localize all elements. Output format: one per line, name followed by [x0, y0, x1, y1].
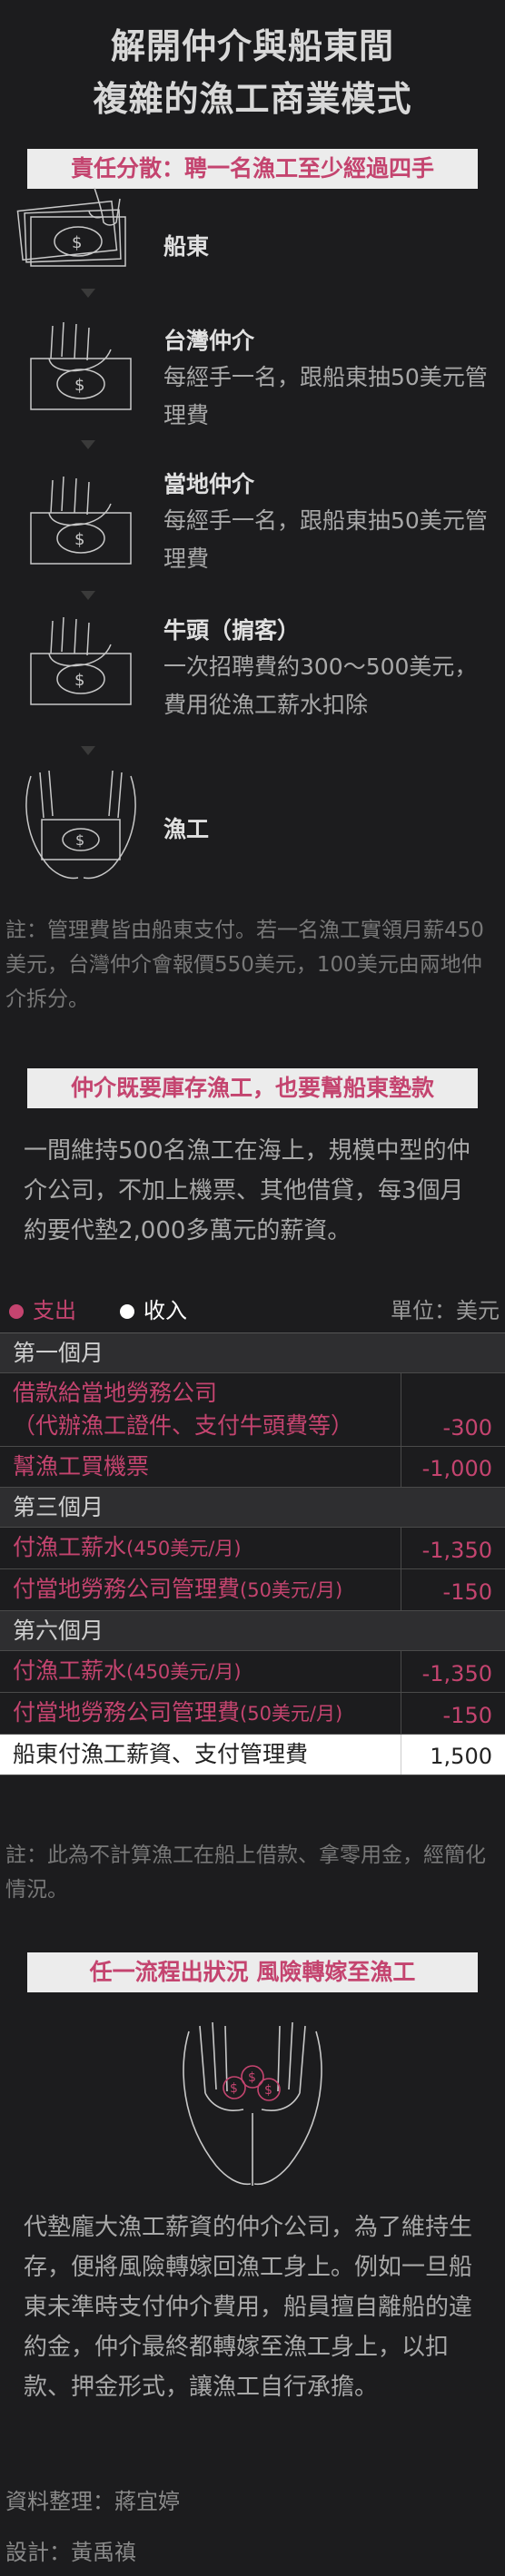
- table-row-income: 船東付漁工薪資、支付管理費 1,500: [0, 1735, 505, 1775]
- money-hand-icon: $: [16, 187, 126, 267]
- row-label-main: 付當地勞務公司管理費: [13, 1576, 241, 1602]
- arrow-down-icon: [81, 440, 95, 449]
- svg-text:$: $: [248, 2070, 256, 2085]
- row-amount: -1,000: [421, 1456, 492, 1481]
- ledger-month-header: 第六個月: [0, 1611, 505, 1651]
- ledger-legend: 支出 收入 單位：美元: [0, 1294, 505, 1327]
- section2-paragraph: 一間維持500名漁工在海上，規模中型的仲介公司，不加上機票、其他借貸，每3個月約…: [24, 1137, 470, 1244]
- ledger-table: 第一個月 借款給當地勞務公司 （代辦漁工證件、支付牛頭費等） -300 幫漁工買…: [0, 1332, 505, 1775]
- title-line-1: 解開仲介與船東間: [110, 26, 394, 66]
- chain-item-broker: $ 牛頭（掮客） 一次招聘費約300～500美元，費用從漁工薪水扣除: [0, 608, 505, 744]
- legend-income: 收入: [120, 1294, 187, 1327]
- row-label: 借款給當地勞務公司 （代辦漁工證件、支付牛頭費等）: [0, 1373, 401, 1446]
- row-label: 付當地勞務公司管理費(50美元/月): [0, 1693, 401, 1734]
- row-label-main: 付漁工薪水: [13, 1657, 127, 1684]
- chain-item-taiwan-agent: $ 台灣仲介 每經手一名，跟船東抽50美元管理費: [0, 304, 505, 431]
- table-row: 借款給當地勞務公司 （代辦漁工證件、支付牛頭費等） -300: [0, 1373, 505, 1447]
- svg-text:$: $: [230, 2081, 238, 2096]
- row-label-main: 付當地勞務公司管理費: [13, 1699, 241, 1726]
- credit-data: 資料整理：蔣宜婷: [5, 2489, 180, 2514]
- hands-holding-coins-icon: $ $ $: [183, 2021, 322, 2186]
- chain-name: 當地仲介: [163, 471, 255, 497]
- row-amount: 1,500: [430, 1744, 492, 1769]
- row-label: 付當地勞務公司管理費(50美元/月): [0, 1569, 401, 1610]
- chain-item-fisherman: $ 漁工: [0, 767, 505, 894]
- row-amount: -150: [442, 1703, 492, 1728]
- arrow-down-icon: [81, 746, 95, 755]
- row-label-sub: (50美元/月): [240, 1579, 343, 1601]
- row-label-main: 付漁工薪水: [13, 1534, 127, 1560]
- svg-text:$: $: [264, 2083, 272, 2098]
- section1-banner: 責任分散：聘一名漁工至少經過四手: [27, 149, 478, 189]
- chain-name: 漁工: [163, 816, 210, 842]
- table-row: 付當地勞務公司管理費(50美元/月) -150: [0, 1693, 505, 1735]
- money-hand-icon: $: [30, 322, 132, 410]
- arrow-down-icon: [81, 591, 95, 600]
- section3-banner: 任一流程出狀況 風險轉嫁至漁工: [27, 1952, 478, 1992]
- row-label: 船東付漁工薪資、支付管理費: [0, 1735, 401, 1775]
- row-label: 付漁工薪水(450美元/月): [0, 1528, 401, 1568]
- row-label: 幫漁工買機票: [0, 1447, 401, 1487]
- row-amount: -300: [442, 1415, 492, 1440]
- credit-design: 設計：黃禹禛: [5, 2540, 136, 2565]
- table-row: 付漁工薪水(450美元/月) -1,350: [0, 1651, 505, 1693]
- expense-dot-icon: [9, 1304, 24, 1319]
- section2-note: 註：此為不計算漁工在船上借款、拿零用金，經簡化情況。: [5, 1844, 486, 1902]
- arrow-down-icon: [81, 289, 95, 298]
- section2-banner: 仲介既要庫存漁工，也要幫船東墊款: [27, 1068, 478, 1108]
- row-label-sub: (50美元/月): [240, 1703, 343, 1725]
- row-label-line: 借款給當地勞務公司: [13, 1380, 218, 1406]
- section3-paragraph: 代墊龐大漁工薪資的仲介公司，為了維持生存，便將風險轉嫁回漁工身上。例如一旦船東未…: [24, 2214, 473, 2401]
- chain-desc: 一次招聘費約300～500美元，費用從漁工薪水扣除: [163, 654, 478, 718]
- table-row: 付漁工薪水(450美元/月) -1,350: [0, 1528, 505, 1569]
- ledger-month-header: 第一個月: [0, 1333, 505, 1373]
- svg-text:$: $: [74, 671, 84, 690]
- open-hands-icon: $: [25, 770, 136, 880]
- svg-text:$: $: [74, 530, 84, 549]
- svg-text:$: $: [74, 376, 84, 395]
- row-label-line: （代辦漁工證件、支付牛頭費等）: [13, 1412, 354, 1439]
- legend-expense-label: 支出: [33, 1298, 76, 1323]
- chain-name: 台灣仲介: [163, 328, 255, 354]
- legend-income-label: 收入: [144, 1298, 187, 1323]
- title-line-2: 複雜的漁工商業模式: [93, 79, 412, 119]
- row-label-sub: (450美元/月): [126, 1538, 242, 1559]
- row-amount: -150: [442, 1579, 492, 1605]
- row-amount: -1,350: [421, 1538, 492, 1563]
- ledger-month-header: 第三個月: [0, 1488, 505, 1528]
- chain-desc: 每經手一名，跟船東抽50美元管理費: [163, 364, 488, 428]
- money-hand-icon: $: [30, 477, 132, 565]
- row-label: 付漁工薪水(450美元/月): [0, 1651, 401, 1692]
- svg-text:$: $: [75, 831, 84, 849]
- legend-expense: 支出: [9, 1294, 76, 1327]
- table-row: 幫漁工買機票 -1,000: [0, 1447, 505, 1488]
- page-title: 解開仲介與船東間 複雜的漁工商業模式: [0, 20, 505, 125]
- chain-name: 牛頭（掮客）: [163, 617, 301, 644]
- row-label-sub: (450美元/月): [126, 1661, 242, 1683]
- row-amount: -1,350: [421, 1661, 492, 1686]
- svg-text:$: $: [72, 233, 82, 252]
- chain-desc: 每經手一名，跟船東抽50美元管理費: [163, 507, 488, 572]
- chain-item-local-agent: $ 當地仲介 每經手一名，跟船東抽50美元管理費: [0, 457, 505, 584]
- section1-note: 註：管理費皆由船東支付。若一名漁工實領月薪450美元，台灣仲介會報價550美元，…: [5, 919, 484, 1011]
- table-row: 付當地勞務公司管理費(50美元/月) -150: [0, 1569, 505, 1611]
- chain-name: 船東: [163, 233, 210, 260]
- income-dot-icon: [120, 1304, 134, 1319]
- chain-item-shipowner: $ 船東: [0, 186, 505, 277]
- money-hand-icon: $: [30, 617, 132, 705]
- legend-unit: 單位：美元: [391, 1298, 500, 1323]
